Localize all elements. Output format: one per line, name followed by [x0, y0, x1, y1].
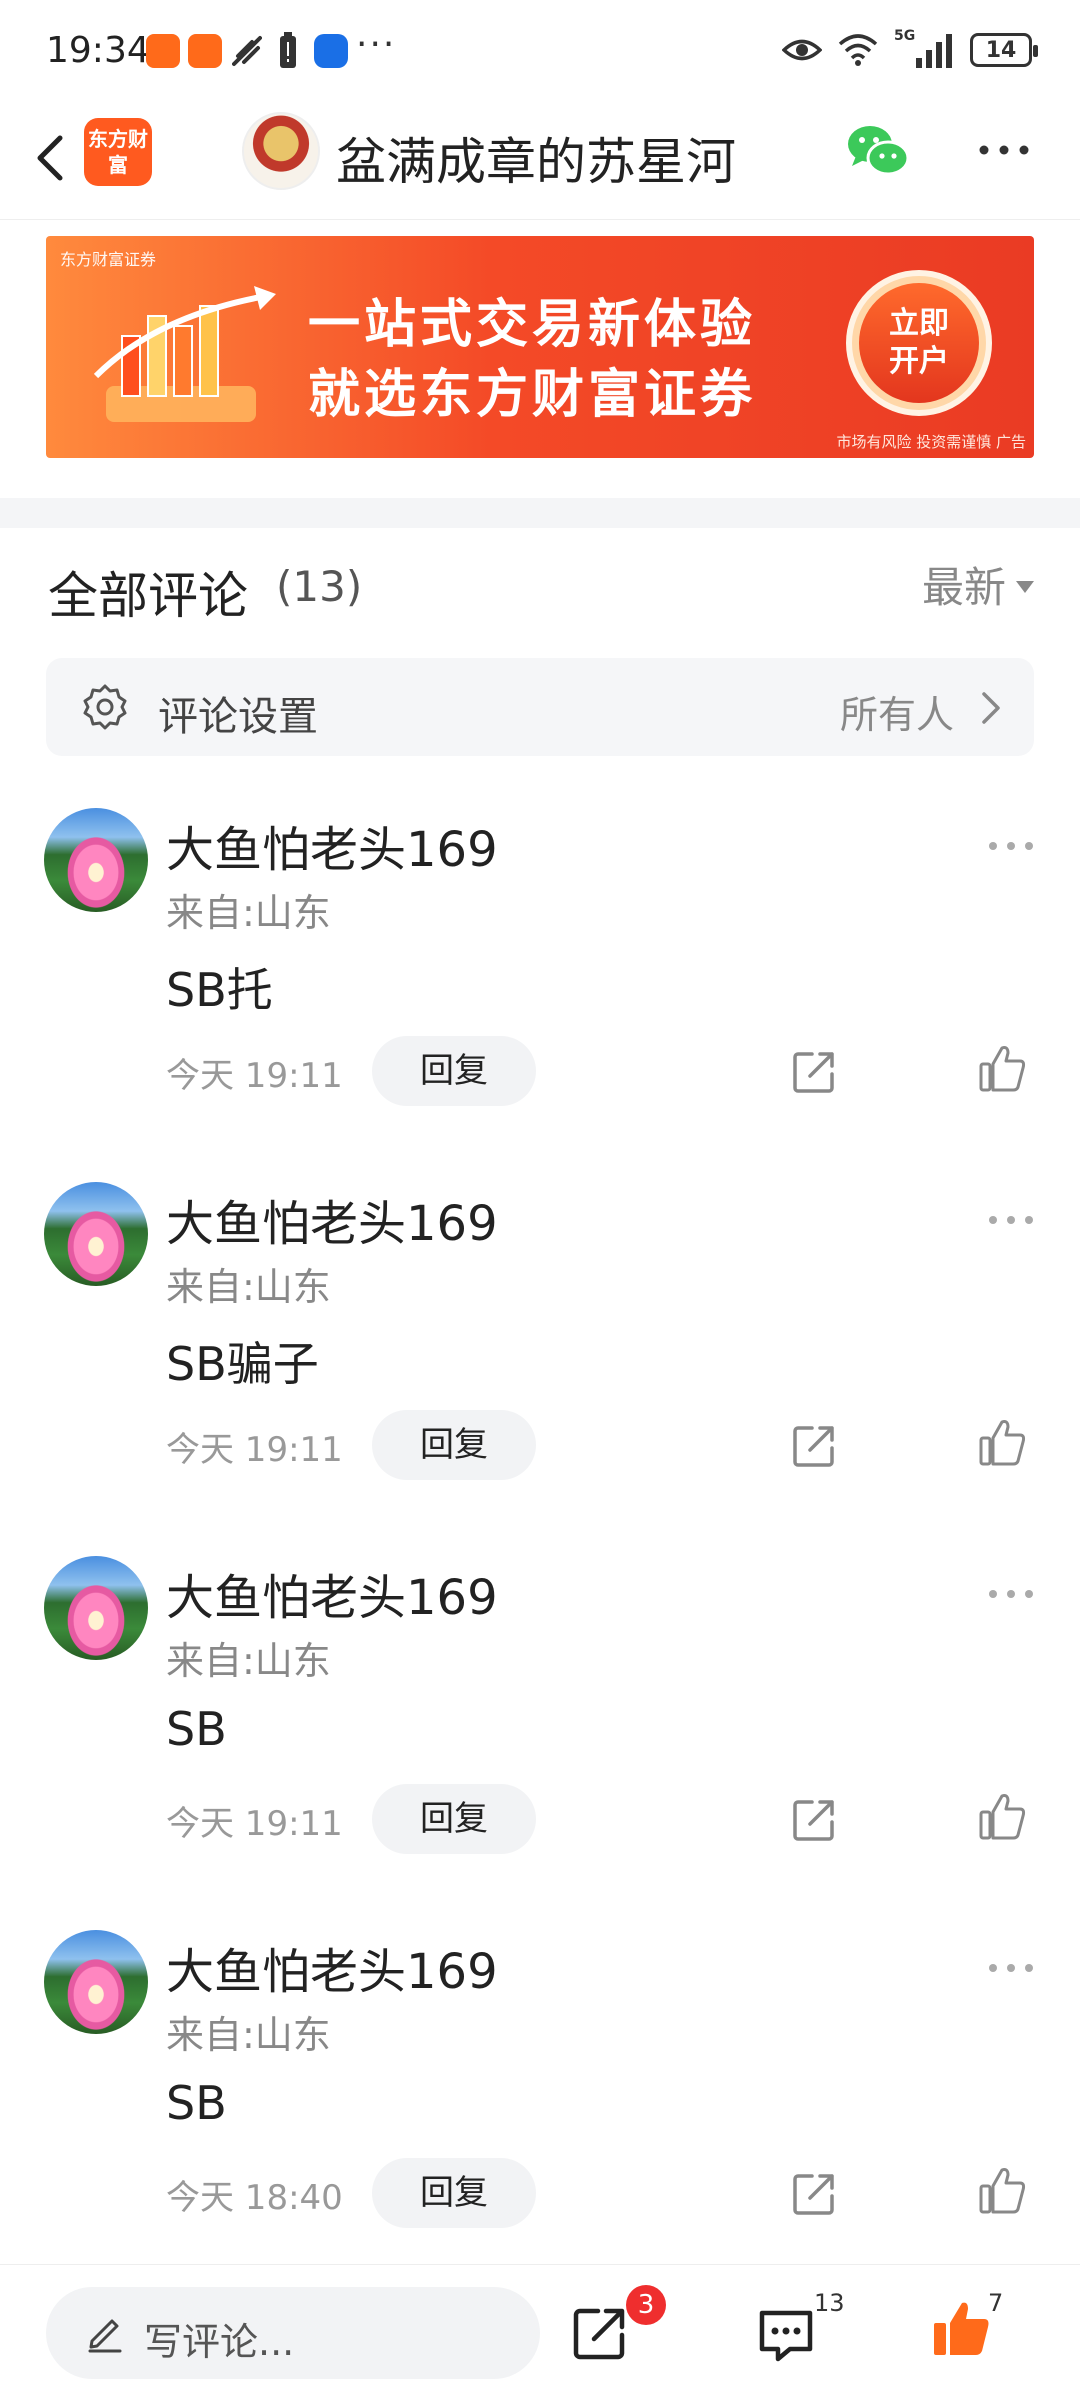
- status-time: 19:34: [46, 30, 150, 71]
- comment-icon[interactable]: [756, 2305, 816, 2365]
- banner-brand: 东方财富证券: [60, 250, 157, 269]
- page-title[interactable]: 盆满成章的苏星河: [336, 122, 736, 194]
- write-comment-input[interactable]: 写评论...: [46, 2287, 540, 2379]
- battery-alert-icon: [280, 32, 296, 68]
- share-icon[interactable]: [790, 1796, 838, 1844]
- comment-more-icon[interactable]: [986, 1586, 1036, 1600]
- ad-disclaimer: 市场有风险 投资需谨慎 广告: [836, 433, 1026, 451]
- banner-headline-1: 一站式交易新体验: [308, 295, 757, 355]
- share-icon[interactable]: [570, 2303, 630, 2363]
- back-icon[interactable]: [22, 128, 82, 188]
- settings-label: 评论设置: [158, 694, 318, 740]
- banner-headline-2: 就选东方财富证券: [308, 365, 757, 425]
- app-logo: 东方财富: [84, 118, 152, 186]
- eye-icon: [782, 39, 822, 61]
- share-icon[interactable]: [790, 1048, 838, 1096]
- section-divider: [0, 498, 1080, 528]
- thumbs-up-icon[interactable]: [930, 2297, 994, 2361]
- gear-icon: [83, 684, 127, 730]
- share-badge: 3: [626, 2285, 666, 2325]
- like-count: 7: [988, 2289, 1004, 2317]
- thumbs-up-icon[interactable]: [978, 1792, 1028, 1842]
- sort-label: 最新: [921, 563, 1006, 612]
- reply-button[interactable]: 回复: [372, 2158, 536, 2228]
- comments-count: (13): [276, 562, 363, 611]
- nav-header: 东方财富 盆满成章的苏星河: [0, 100, 1080, 220]
- share-icon[interactable]: [790, 2170, 838, 2218]
- cta-line-2: 开户: [889, 344, 949, 379]
- commenter-location: 来自:山东: [166, 1639, 331, 1683]
- notification-app-icon: [146, 34, 180, 68]
- comment-text[interactable]: SB托: [166, 954, 273, 1020]
- comments-title: 全部评论: [48, 567, 248, 625]
- pencil-icon: [88, 2319, 122, 2353]
- open-account-button[interactable]: 立即 开户: [846, 270, 992, 416]
- comment-time: 今天 19:11: [166, 1430, 343, 1470]
- bottom-action-bar: 写评论... 3 13 7: [0, 2264, 1080, 2400]
- chart-illustration: [93, 286, 276, 422]
- thumbs-up-icon[interactable]: [978, 1044, 1028, 1094]
- status-bar: 19:34 ··· 5G 14: [0, 0, 1080, 100]
- comment-text[interactable]: SB: [166, 2076, 227, 2130]
- write-comment-placeholder: 写评论...: [144, 2320, 295, 2364]
- more-icon[interactable]: [974, 130, 1034, 170]
- reply-button[interactable]: 回复: [372, 1036, 536, 1106]
- commenter-avatar[interactable]: [44, 1182, 148, 1286]
- notification-app-icon: [188, 34, 222, 68]
- caret-down-icon: [1016, 580, 1034, 593]
- comment-time: 今天 19:11: [166, 1056, 343, 1096]
- network-type: 5G: [894, 28, 916, 44]
- more-notifications-icon: ···: [356, 24, 397, 65]
- commenter-avatar[interactable]: [44, 1556, 148, 1660]
- author-avatar[interactable]: [242, 112, 320, 190]
- cellular-signal-icon: 5G: [894, 28, 954, 68]
- thumbs-up-icon[interactable]: [978, 1418, 1028, 1468]
- commenter-avatar[interactable]: [44, 808, 148, 912]
- battery-indicator: 14: [970, 33, 1038, 67]
- share-icon[interactable]: [790, 1422, 838, 1470]
- comment-more-icon[interactable]: [986, 1212, 1036, 1226]
- comment-more-icon[interactable]: [986, 1960, 1036, 1974]
- commenter-location: 来自:山东: [166, 1265, 331, 1309]
- sort-dropdown[interactable]: 最新: [922, 554, 1034, 615]
- status-indicators: 5G 14: [782, 28, 1038, 70]
- comment-text[interactable]: SB: [166, 1702, 227, 1756]
- commenter-name[interactable]: 大鱼怕老头169: [166, 810, 498, 880]
- comment-settings-row[interactable]: 评论设置 所有人: [46, 658, 1034, 756]
- commenter-avatar[interactable]: [44, 1930, 148, 2034]
- commenter-location: 来自:山东: [166, 2013, 331, 2057]
- comment-text[interactable]: SB骗子: [166, 1328, 319, 1394]
- ad-banner[interactable]: 东方财富证券 一站式交易新体验 就选东方财富证券 立即 开户 市场有风险 投资需…: [46, 236, 1034, 458]
- wechat-icon[interactable]: [846, 122, 910, 180]
- comment-count: 13: [814, 2289, 845, 2317]
- reply-button[interactable]: 回复: [372, 1410, 536, 1480]
- comment-time: 今天 18:40: [166, 2178, 343, 2218]
- chevron-right-icon: [982, 692, 1000, 724]
- commenter-name[interactable]: 大鱼怕老头169: [166, 1184, 498, 1254]
- send-icon: [232, 36, 262, 66]
- commenter-location: 来自:山东: [166, 891, 331, 935]
- thumbs-up-icon[interactable]: [978, 2166, 1028, 2216]
- settings-value: 所有人: [839, 693, 954, 737]
- notification-app-icon: [314, 34, 348, 68]
- comment-time: 今天 19:11: [166, 1804, 343, 1844]
- commenter-name[interactable]: 大鱼怕老头169: [166, 1558, 498, 1628]
- cta-line-1: 立即: [889, 306, 949, 341]
- wifi-icon: [838, 34, 878, 66]
- comment-more-icon[interactable]: [986, 838, 1036, 852]
- reply-button[interactable]: 回复: [372, 1784, 536, 1854]
- commenter-name[interactable]: 大鱼怕老头169: [166, 1932, 498, 2002]
